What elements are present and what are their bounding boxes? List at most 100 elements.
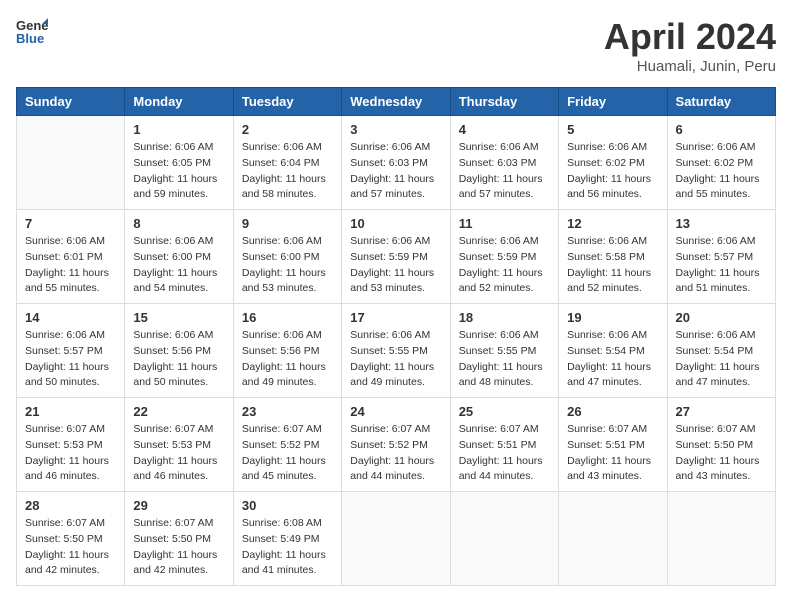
- calendar-cell: 7 Sunrise: 6:06 AM Sunset: 6:01 PM Daylig…: [17, 210, 125, 304]
- calendar-cell: 18 Sunrise: 6:06 AM Sunset: 5:55 PM Dayli…: [450, 304, 558, 398]
- day-number: 17: [350, 310, 441, 325]
- day-info: Sunrise: 6:07 AM Sunset: 5:50 PM Dayligh…: [133, 516, 224, 579]
- calendar-cell: 8Sunrise: 6:06 AM Sunset: 6:00 PM Daylig…: [125, 210, 233, 304]
- day-info: Sunrise: 6:06 AM Sunset: 6:00 PM Dayligh…: [133, 234, 224, 297]
- day-info: Sunrise: 6:06 AM Sunset: 6:04 PM Dayligh…: [242, 140, 333, 203]
- day-number: 6: [676, 122, 767, 137]
- week-row-5: 28 Sunrise: 6:07 AM Sunset: 5:50 PM Dayli…: [17, 492, 776, 586]
- day-number: 5: [567, 122, 658, 137]
- day-number: 19: [567, 310, 658, 325]
- day-info: Sunrise: 6:07 AM Sunset: 5:51 PM Dayligh…: [567, 422, 658, 485]
- logo: General Blue: [16, 16, 52, 48]
- day-info: Sunrise: 6:06 AM Sunset: 5:58 PM Dayligh…: [567, 234, 658, 297]
- day-number: 10: [350, 216, 441, 231]
- day-info: Sunrise: 6:06 AM Sunset: 6:01 PM Dayligh…: [25, 234, 116, 297]
- calendar-cell: [667, 492, 775, 586]
- day-number: 13: [676, 216, 767, 231]
- day-info: Sunrise: 6:06 AM Sunset: 6:03 PM Dayligh…: [350, 140, 441, 203]
- week-row-2: 7 Sunrise: 6:06 AM Sunset: 6:01 PM Daylig…: [17, 210, 776, 304]
- day-number: 9: [242, 216, 333, 231]
- svg-text:Blue: Blue: [16, 31, 44, 46]
- calendar-cell: 30 Sunrise: 6:08 AM Sunset: 5:49 PM Dayli…: [233, 492, 341, 586]
- calendar-cell: [17, 116, 125, 210]
- day-info: Sunrise: 6:06 AM Sunset: 6:00 PM Dayligh…: [242, 234, 333, 297]
- calendar-cell: 22 Sunrise: 6:07 AM Sunset: 5:53 PM Dayli…: [125, 398, 233, 492]
- day-number: 18: [459, 310, 550, 325]
- weekday-header-wednesday: Wednesday: [342, 88, 450, 116]
- day-info: Sunrise: 6:06 AM Sunset: 5:59 PM Dayligh…: [350, 234, 441, 297]
- calendar-cell: 11Sunrise: 6:06 AM Sunset: 5:59 PM Dayli…: [450, 210, 558, 304]
- day-number: 26: [567, 404, 658, 419]
- day-info: Sunrise: 6:06 AM Sunset: 5:57 PM Dayligh…: [25, 328, 116, 391]
- day-number: 28: [25, 498, 116, 513]
- calendar-cell: [559, 492, 667, 586]
- calendar-cell: 26 Sunrise: 6:07 AM Sunset: 5:51 PM Dayli…: [559, 398, 667, 492]
- day-info: Sunrise: 6:07 AM Sunset: 5:52 PM Dayligh…: [242, 422, 333, 485]
- week-row-3: 14 Sunrise: 6:06 AM Sunset: 5:57 PM Dayli…: [17, 304, 776, 398]
- day-info: Sunrise: 6:06 AM Sunset: 5:57 PM Dayligh…: [676, 234, 767, 297]
- day-info: Sunrise: 6:07 AM Sunset: 5:50 PM Dayligh…: [25, 516, 116, 579]
- calendar-cell: 16 Sunrise: 6:06 AM Sunset: 5:56 PM Dayli…: [233, 304, 341, 398]
- weekday-header-tuesday: Tuesday: [233, 88, 341, 116]
- calendar-cell: 25Sunrise: 6:07 AM Sunset: 5:51 PM Dayli…: [450, 398, 558, 492]
- day-info: Sunrise: 6:06 AM Sunset: 5:56 PM Dayligh…: [242, 328, 333, 391]
- weekday-header-monday: Monday: [125, 88, 233, 116]
- weekday-header-sunday: Sunday: [17, 88, 125, 116]
- day-info: Sunrise: 6:06 AM Sunset: 6:03 PM Dayligh…: [459, 140, 550, 203]
- calendar-cell: 13 Sunrise: 6:06 AM Sunset: 5:57 PM Dayli…: [667, 210, 775, 304]
- day-number: 4: [459, 122, 550, 137]
- day-info: Sunrise: 6:07 AM Sunset: 5:52 PM Dayligh…: [350, 422, 441, 485]
- day-number: 2: [242, 122, 333, 137]
- day-number: 11: [459, 216, 550, 231]
- day-number: 24: [350, 404, 441, 419]
- day-info: Sunrise: 6:06 AM Sunset: 6:05 PM Dayligh…: [133, 140, 224, 203]
- day-info: Sunrise: 6:07 AM Sunset: 5:53 PM Dayligh…: [25, 422, 116, 485]
- page-header: General Blue April 2024 Huamali, Junin, …: [16, 16, 776, 75]
- calendar-cell: 6 Sunrise: 6:06 AM Sunset: 6:02 PM Daylig…: [667, 116, 775, 210]
- calendar-cell: 17 Sunrise: 6:06 AM Sunset: 5:55 PM Dayli…: [342, 304, 450, 398]
- calendar-cell: 27 Sunrise: 6:07 AM Sunset: 5:50 PM Dayli…: [667, 398, 775, 492]
- day-info: Sunrise: 6:08 AM Sunset: 5:49 PM Dayligh…: [242, 516, 333, 579]
- day-number: 15: [133, 310, 224, 325]
- calendar-cell: 5 Sunrise: 6:06 AM Sunset: 6:02 PM Daylig…: [559, 116, 667, 210]
- calendar-cell: 15Sunrise: 6:06 AM Sunset: 5:56 PM Dayli…: [125, 304, 233, 398]
- logo-icon: General Blue: [16, 16, 48, 48]
- weekday-header-thursday: Thursday: [450, 88, 558, 116]
- day-number: 16: [242, 310, 333, 325]
- weekday-header-friday: Friday: [559, 88, 667, 116]
- day-info: Sunrise: 6:06 AM Sunset: 6:02 PM Dayligh…: [676, 140, 767, 203]
- day-info: Sunrise: 6:07 AM Sunset: 5:50 PM Dayligh…: [676, 422, 767, 485]
- calendar-cell: 21 Sunrise: 6:07 AM Sunset: 5:53 PM Dayli…: [17, 398, 125, 492]
- calendar-cell: 10 Sunrise: 6:06 AM Sunset: 5:59 PM Dayli…: [342, 210, 450, 304]
- calendar-cell: 2 Sunrise: 6:06 AM Sunset: 6:04 PM Daylig…: [233, 116, 341, 210]
- weekday-header-row: SundayMondayTuesdayWednesdayThursdayFrid…: [17, 88, 776, 116]
- day-number: 14: [25, 310, 116, 325]
- day-number: 27: [676, 404, 767, 419]
- calendar-cell: 1Sunrise: 6:06 AM Sunset: 6:05 PM Daylig…: [125, 116, 233, 210]
- day-number: 21: [25, 404, 116, 419]
- day-info: Sunrise: 6:06 AM Sunset: 5:54 PM Dayligh…: [676, 328, 767, 391]
- calendar-cell: 29Sunrise: 6:07 AM Sunset: 5:50 PM Dayli…: [125, 492, 233, 586]
- calendar-cell: [342, 492, 450, 586]
- day-info: Sunrise: 6:07 AM Sunset: 5:51 PM Dayligh…: [459, 422, 550, 485]
- calendar-cell: 9 Sunrise: 6:06 AM Sunset: 6:00 PM Daylig…: [233, 210, 341, 304]
- calendar-cell: 3 Sunrise: 6:06 AM Sunset: 6:03 PM Daylig…: [342, 116, 450, 210]
- day-number: 12: [567, 216, 658, 231]
- day-number: 7: [25, 216, 116, 231]
- day-info: Sunrise: 6:06 AM Sunset: 6:02 PM Dayligh…: [567, 140, 658, 203]
- calendar-table: SundayMondayTuesdayWednesdayThursdayFrid…: [16, 87, 776, 586]
- day-number: 3: [350, 122, 441, 137]
- calendar-cell: 24 Sunrise: 6:07 AM Sunset: 5:52 PM Dayli…: [342, 398, 450, 492]
- week-row-1: 1Sunrise: 6:06 AM Sunset: 6:05 PM Daylig…: [17, 116, 776, 210]
- calendar-cell: 12 Sunrise: 6:06 AM Sunset: 5:58 PM Dayli…: [559, 210, 667, 304]
- day-number: 23: [242, 404, 333, 419]
- calendar-cell: 19Sunrise: 6:06 AM Sunset: 5:54 PM Dayli…: [559, 304, 667, 398]
- main-title: April 2024: [604, 16, 776, 58]
- day-info: Sunrise: 6:06 AM Sunset: 5:55 PM Dayligh…: [350, 328, 441, 391]
- day-info: Sunrise: 6:06 AM Sunset: 5:55 PM Dayligh…: [459, 328, 550, 391]
- calendar-cell: 23 Sunrise: 6:07 AM Sunset: 5:52 PM Dayli…: [233, 398, 341, 492]
- day-info: Sunrise: 6:07 AM Sunset: 5:53 PM Dayligh…: [133, 422, 224, 485]
- calendar-cell: 28 Sunrise: 6:07 AM Sunset: 5:50 PM Dayli…: [17, 492, 125, 586]
- day-number: 22: [133, 404, 224, 419]
- day-number: 30: [242, 498, 333, 513]
